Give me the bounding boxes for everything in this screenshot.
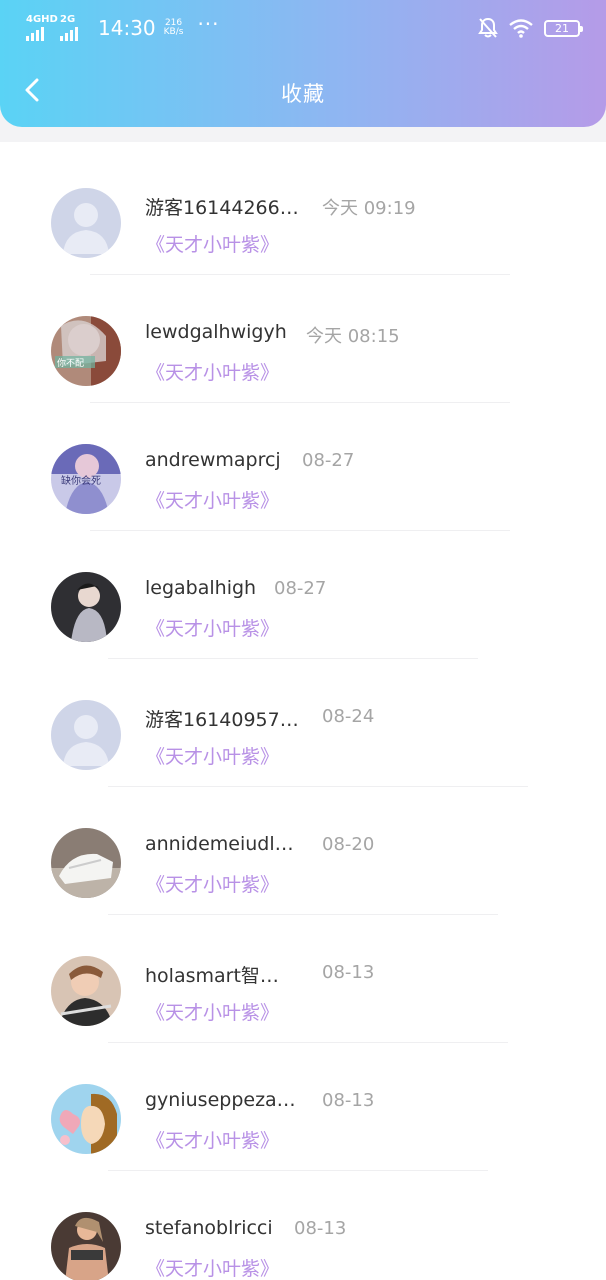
favorites-list: 游客16144266… 今天 09:19 《天才小叶紫》 你不配 lewdgal… (0, 142, 606, 1280)
user-photo-icon (51, 572, 121, 642)
book-title[interactable]: 《天才小叶紫》 (146, 1254, 279, 1280)
user-photo-icon: 你不配 (51, 316, 121, 386)
timestamp: 08-13 (294, 1218, 347, 1239)
app-header: 4GHD 2G 14:30 216 KB/s ··· 21 收藏 (0, 0, 606, 127)
user-name: holasmart智… (145, 965, 279, 987)
network-type-label: 2G (60, 14, 76, 25)
book-title[interactable]: 《天才小叶紫》 (146, 870, 279, 897)
divider (90, 402, 510, 403)
user-photo-icon: 缺你会死 (51, 444, 121, 514)
list-item[interactable]: 游客16144266… 今天 09:19 《天才小叶紫》 (0, 160, 606, 288)
user-illustration-icon (51, 1084, 121, 1154)
book-title[interactable]: 《天才小叶紫》 (146, 486, 279, 513)
user-photo-icon (51, 1212, 121, 1280)
network-speed: 216 KB/s (164, 19, 184, 37)
user-name: 游客16144266… (145, 197, 299, 219)
status-clock: 14:30 (98, 16, 156, 40)
avatar: 缺你会死 (51, 444, 121, 514)
divider (108, 786, 528, 787)
timestamp: 08-13 (322, 962, 375, 983)
timestamp: 08-24 (322, 706, 375, 727)
user-name: lewdgalhwigyh (145, 321, 287, 343)
book-title[interactable]: 《天才小叶紫》 (146, 1126, 279, 1153)
book-title[interactable]: 《天才小叶紫》 (146, 614, 279, 641)
list-item[interactable]: legabalhigh 08-27 《天才小叶紫》 (0, 544, 606, 672)
list-item[interactable]: holasmart智… 08-13 《天才小叶紫》 (0, 928, 606, 1056)
default-avatar-icon (51, 188, 121, 258)
list-item[interactable]: 游客16140957… 08-24 《天才小叶紫》 (0, 672, 606, 800)
list-item[interactable]: annidemeiudl… 08-20 《天才小叶紫》 (0, 800, 606, 928)
user-name: 游客16140957… (145, 709, 299, 731)
divider (90, 274, 510, 275)
avatar (51, 956, 121, 1026)
timestamp: 08-13 (322, 1090, 375, 1111)
battery-icon: 21 (544, 19, 583, 37)
list-item[interactable]: gyniuseppeza… 08-13 《天才小叶紫》 (0, 1056, 606, 1184)
bell-off-icon (478, 17, 498, 38)
network-type-label: 4GHD (26, 14, 58, 25)
status-bar: 4GHD 2G 14:30 216 KB/s ··· 21 (0, 0, 606, 56)
book-title[interactable]: 《天才小叶紫》 (146, 742, 279, 769)
divider (90, 530, 510, 531)
user-name: annidemeiudl… (145, 833, 294, 855)
timestamp: 08-27 (302, 450, 355, 471)
timestamp: 今天 09:19 (322, 198, 416, 219)
divider (108, 1170, 488, 1171)
signal-4g-icon: 4GHD (26, 14, 58, 41)
wifi-icon (509, 19, 533, 38)
avatar (51, 188, 121, 258)
book-title[interactable]: 《天才小叶紫》 (146, 998, 279, 1025)
avatar-caption: 你不配 (57, 357, 84, 369)
list-item[interactable]: stefanoblricci 08-13 《天才小叶紫》 (0, 1184, 606, 1280)
default-avatar-icon (51, 700, 121, 770)
user-name: stefanoblricci (145, 1217, 273, 1239)
avatar (51, 828, 121, 898)
signal-2g-icon: 2G (60, 15, 90, 41)
list-item[interactable]: 你不配 lewdgalhwigyh 今天 08:15 《天才小叶紫》 (0, 288, 606, 416)
user-name: legabalhigh (145, 577, 257, 599)
divider (108, 1042, 508, 1043)
avatar: 你不配 (51, 316, 121, 386)
user-photo-icon (51, 828, 121, 898)
avatar (51, 700, 121, 770)
divider (108, 658, 478, 659)
user-photo-icon (51, 956, 121, 1026)
timestamp: 08-27 (274, 578, 327, 599)
speed-unit: KB/s (163, 27, 184, 37)
more-notifications-icon: ··· (197, 12, 220, 36)
list-item[interactable]: 缺你会死 andrewmaprcj 08-27 《天才小叶紫》 (0, 416, 606, 544)
avatar (51, 572, 121, 642)
user-name: andrewmaprcj (145, 449, 281, 471)
timestamp: 今天 08:15 (306, 326, 400, 347)
timestamp: 08-20 (322, 834, 375, 855)
divider (108, 914, 498, 915)
avatar-caption: 缺你会死 (61, 474, 101, 487)
user-name: gyniuseppeza… (145, 1089, 296, 1111)
book-title[interactable]: 《天才小叶紫》 (146, 230, 279, 257)
avatar (51, 1084, 121, 1154)
book-title[interactable]: 《天才小叶紫》 (146, 358, 279, 385)
avatar (51, 1212, 121, 1280)
page-title: 收藏 (281, 82, 325, 106)
